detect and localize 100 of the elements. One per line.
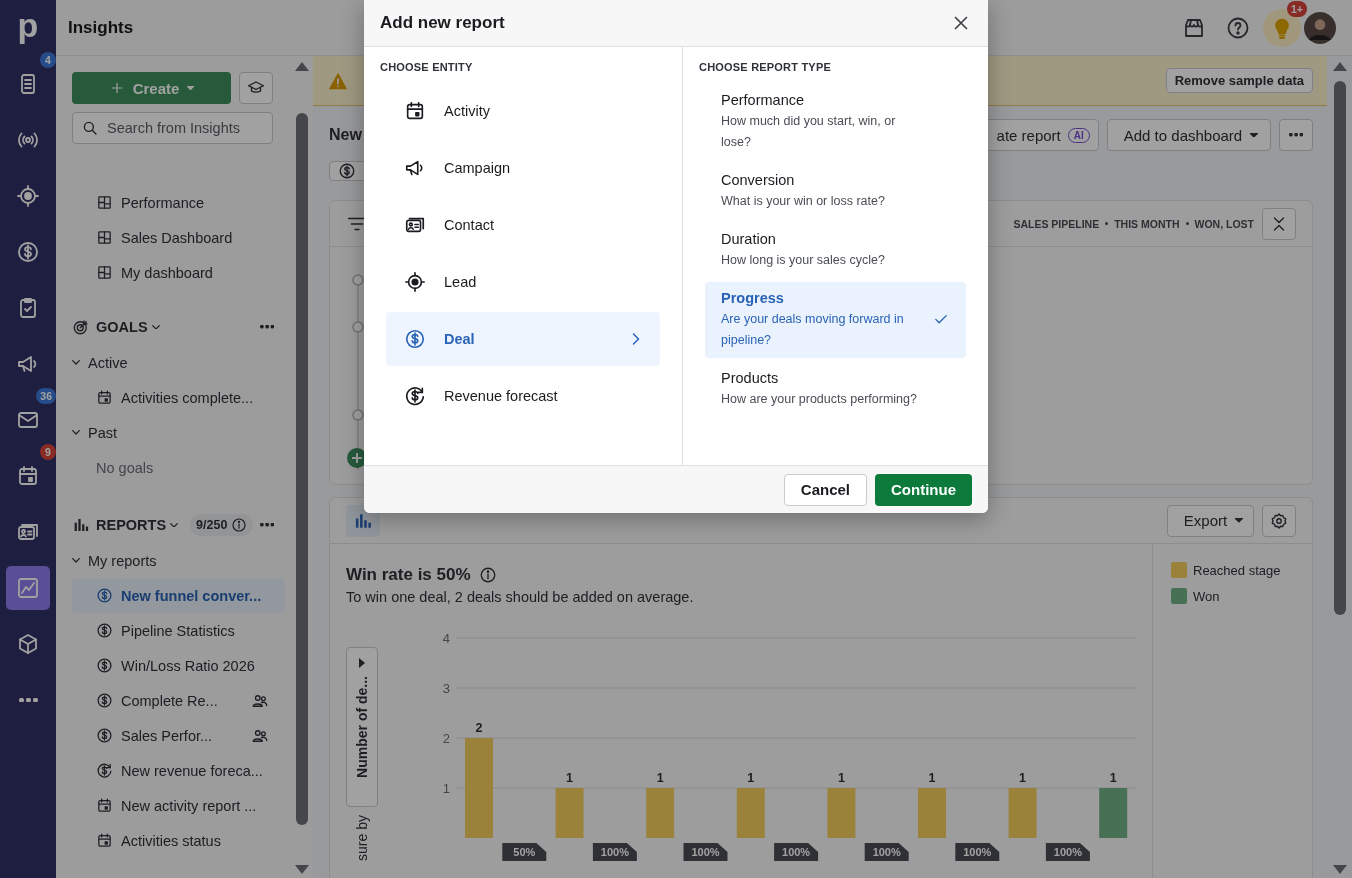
collapse-button[interactable] [1262, 207, 1296, 240]
help-icon [1226, 15, 1250, 40]
create-button[interactable]: Create [72, 72, 231, 104]
report-title: New [329, 126, 362, 144]
report-item[interactable]: Win/Loss Ratio 2026 [72, 648, 285, 683]
dashboard-item[interactable]: Performance [72, 185, 285, 220]
legend-label: Won [1193, 588, 1220, 604]
entity-option[interactable]: Revenue forecast [386, 369, 660, 423]
info-icon [231, 517, 248, 533]
dashboard-item[interactable]: Sales Dashboard [72, 220, 285, 255]
report-item[interactable]: New revenue foreca... [72, 753, 285, 788]
count-badge: 1+ [1287, 0, 1307, 17]
chart-title: Win rate is 50% [346, 565, 471, 585]
search-field[interactable]: Search from Insights [72, 112, 273, 144]
caret-icon [1235, 518, 1243, 523]
conversion-tag: 50% [502, 843, 547, 861]
continue-button[interactable]: Continue [875, 473, 972, 506]
report-type-option[interactable]: Conversion What is your win or loss rate? [705, 164, 966, 219]
section-heading: CHOOSE REPORT TYPE [699, 61, 832, 75]
more-icon[interactable] [259, 523, 274, 527]
chevron-down-icon [170, 522, 179, 528]
usage-button[interactable]: 9/250 [190, 514, 254, 536]
reports-toggle[interactable]: REPORTS [96, 517, 179, 533]
learn-button[interactable] [239, 72, 273, 104]
more-icon[interactable] [259, 325, 274, 329]
caret-icon [187, 86, 195, 90]
entity-option[interactable]: Activity [386, 84, 660, 138]
export-button[interactable]: Export [1166, 504, 1254, 537]
dollar-cycle-icon [404, 385, 426, 407]
chevron-down-icon [72, 558, 80, 563]
dialog-title: Add new report [380, 13, 506, 33]
entity-option[interactable]: Lead [386, 255, 660, 309]
more-button[interactable] [1279, 119, 1313, 151]
report-type-option[interactable]: Duration How long is your sales cycle? [705, 223, 966, 278]
entity-option[interactable]: Deal [386, 312, 660, 366]
axis-caption: sure by [354, 815, 370, 861]
group-toggle[interactable]: Past [72, 415, 290, 450]
avatar-icon[interactable] [1304, 11, 1336, 44]
bar-value-label: 1 [747, 771, 755, 785]
chart-icon [16, 576, 40, 600]
axis-tick-label: 3 [442, 681, 450, 696]
count-badge: 9 [40, 444, 56, 460]
more-icon [18, 697, 38, 703]
goals-toggle[interactable]: GOALS [96, 319, 160, 335]
page-title: Insights [68, 17, 134, 38]
report-type-option[interactable]: Products How are your products performing? [705, 362, 966, 417]
bar-value-label: 1 [928, 771, 936, 785]
layout-icon [96, 264, 113, 281]
caret-icon [359, 658, 365, 668]
report-item[interactable]: Complete Re... [72, 683, 285, 718]
chevron-down-icon [72, 360, 80, 365]
measure-selector[interactable]: Number of de... [346, 647, 378, 807]
count-badge: 4 [40, 52, 56, 68]
bar-value-label: 2 [475, 721, 483, 735]
target-icon [16, 184, 40, 208]
empty-text: No goals [95, 458, 155, 478]
conversion-tag: 100% [592, 843, 637, 861]
report-item[interactable]: Activities status [72, 823, 285, 858]
dollar-icon [96, 657, 113, 674]
report-item[interactable]: Sales Perfor... [72, 718, 285, 753]
bar-value-label: 1 [1019, 771, 1027, 785]
report-item[interactable]: Activities complete... [72, 380, 285, 415]
count-badge: 36 [36, 388, 56, 404]
conversion-tag: 100% [1045, 843, 1090, 861]
calendar-icon [404, 100, 426, 122]
report-item[interactable]: New funnel conver... [72, 578, 285, 613]
bar-value-label: 1 [837, 771, 845, 785]
dollar-icon [96, 692, 113, 709]
report-type-option[interactable]: Progress Are your deals moving forward in pipeline? [705, 282, 966, 358]
chevron-down-icon [151, 324, 160, 330]
filter-summary: WON, LOST [1194, 217, 1254, 230]
report-item[interactable]: New activity report ... [72, 788, 285, 823]
bar-value-label: 1 [566, 771, 574, 785]
entity-option[interactable]: Campaign [386, 141, 660, 195]
more-icon [1288, 133, 1304, 137]
dollar-icon [96, 622, 113, 639]
entity-option[interactable]: Contact [386, 198, 660, 252]
cancel-button[interactable]: Cancel [783, 473, 867, 506]
nav-button[interactable] [6, 566, 50, 610]
remove-sample-button[interactable]: Remove sample data [1165, 68, 1313, 93]
conversion-tag: 100% [774, 843, 819, 861]
axis-tick-label: 2 [442, 731, 450, 746]
dollar-icon [338, 162, 356, 180]
chevron-down-icon [72, 430, 80, 435]
search-icon [81, 119, 99, 137]
target-icon [404, 271, 426, 293]
settings-button[interactable] [1262, 504, 1296, 537]
add-to-dashboard-button[interactable]: Add to dashboard [1106, 119, 1271, 151]
caret-icon [1250, 132, 1258, 137]
goal-icon [72, 318, 90, 336]
box-icon [16, 632, 40, 656]
conversion-tag: 100% [955, 843, 1000, 861]
conversion-tag: 100% [864, 843, 909, 861]
group-toggle[interactable]: Active [72, 345, 290, 380]
group-toggle[interactable]: My reports [72, 543, 290, 578]
dollar-icon [96, 727, 113, 744]
bar-value-label: 1 [656, 771, 664, 785]
filter-summary: THIS MONTH [1114, 217, 1180, 230]
dashboard-item[interactable]: My dashboard [72, 255, 285, 290]
report-item[interactable]: Pipeline Statistics [72, 613, 285, 648]
